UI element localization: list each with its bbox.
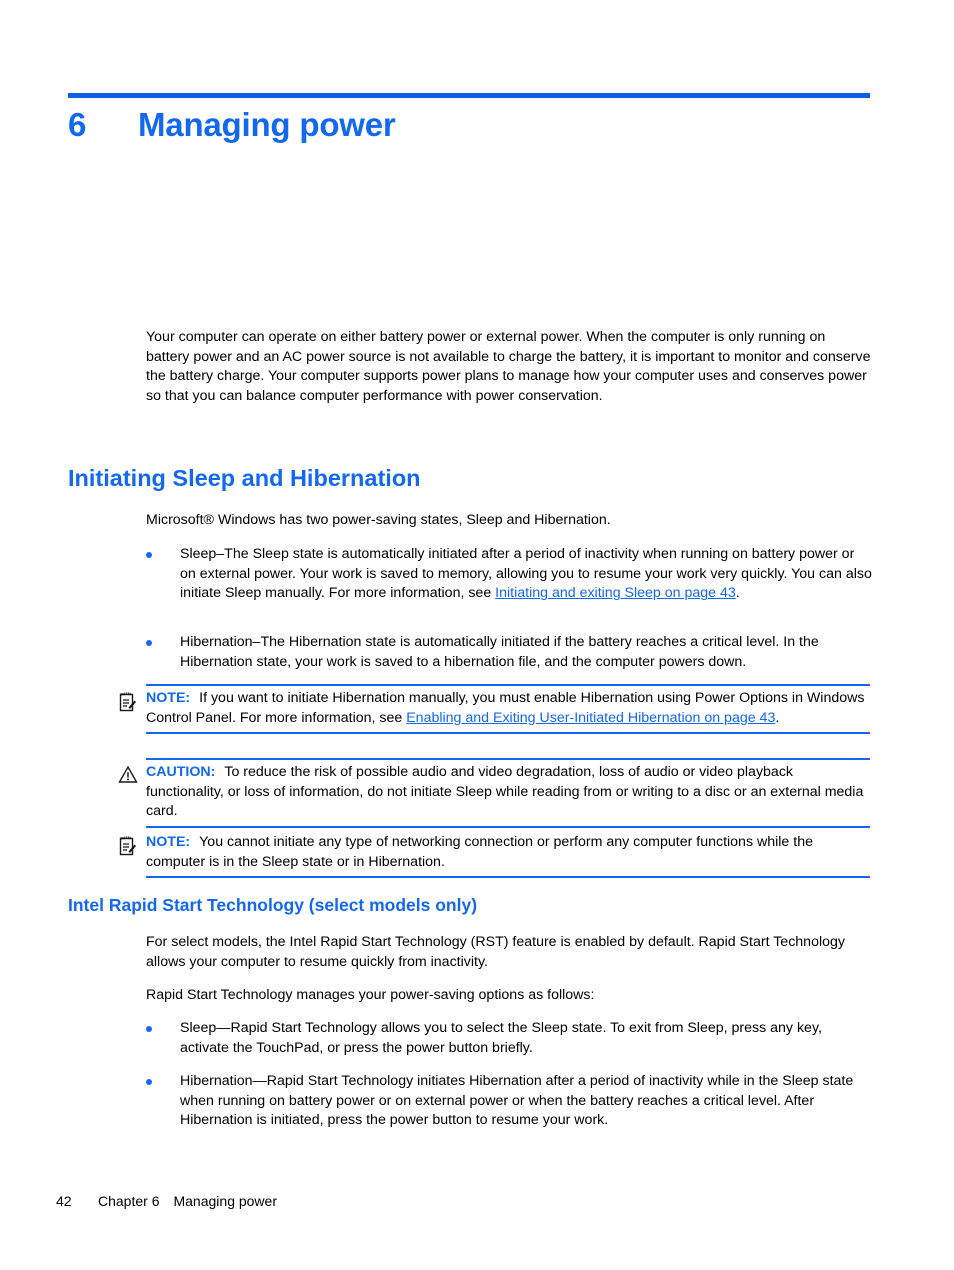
caution-text: CAUTION: To reduce the risk of possible a… <box>146 763 870 822</box>
footer-chapter-label: Chapter 6 <box>98 1193 160 1209</box>
note-bottom-rule <box>146 732 870 735</box>
caution-text-body: To reduce the risk of possible audio and… <box>146 764 864 820</box>
section-heading-intel-rapid-start: Intel Rapid Start Technology (select mod… <box>68 895 478 915</box>
rst-paragraph-1: For select models, the Intel Rapid Start… <box>146 934 845 970</box>
caution-body: CAUTION: To reduce the risk of possible a… <box>118 760 870 824</box>
list-item: Sleep–The Sleep state is automatically i… <box>146 545 872 604</box>
footer-page-number: 42 <box>56 1193 72 1209</box>
note-body: NOTE: You cannot initiate any type of net… <box>118 830 870 874</box>
chapter-heading-rule <box>68 93 870 98</box>
note-block: NOTE: If you want to initiate Hibernation… <box>118 684 870 735</box>
cross-reference-link-enabling-exiting-user-initiated-hibernation[interactable]: Enabling and Exiting User-Initiated Hibe… <box>406 710 775 726</box>
list-item-text: Sleep—Rapid Start Technology allows you … <box>180 1020 822 1056</box>
bullet-dot-icon <box>146 633 180 672</box>
list-item-text-tail: . <box>735 585 740 602</box>
note-bottom-rule <box>146 876 870 879</box>
caution-bottom-rule <box>146 825 870 828</box>
caution-label: CAUTION: <box>146 764 216 780</box>
list-item: Sleep—Rapid Start Technology allows you … <box>146 1019 872 1058</box>
note-pad-icon <box>118 833 146 872</box>
note-text-body: You cannot initiate any type of networki… <box>146 834 813 870</box>
page-title: Managing power <box>138 106 396 143</box>
note-label: NOTE: <box>146 690 191 706</box>
list-item: Hibernation–The Hibernation state is aut… <box>146 633 872 672</box>
footer-chapter-title: Managing power <box>173 1193 277 1209</box>
page-footer: 42 Chapter 6 Managing power <box>56 1193 277 1209</box>
bullet-dot-icon <box>146 545 180 604</box>
caution-block: CAUTION: To reduce the risk of possible a… <box>118 758 870 828</box>
chapter-heading: 6 Managing power <box>68 106 878 154</box>
section-sleep-intro: Microsoft® Windows has two power-saving … <box>146 512 611 528</box>
section-heading-initiating-sleep: Initiating Sleep and Hibernation <box>68 465 421 491</box>
note-label: NOTE: <box>146 834 191 850</box>
note-text-tail: . <box>775 709 780 726</box>
note-pad-icon <box>118 689 146 728</box>
list-item-text: Sleep–The Sleep state is automatically i… <box>180 545 872 604</box>
cross-reference-link-initiating-exiting-sleep[interactable]: Initiating and exiting Sleep on page 43 <box>495 585 736 601</box>
note-body: NOTE: If you want to initiate Hibernation… <box>118 686 870 730</box>
chapter-number: 6 <box>68 106 87 143</box>
warning-triangle-icon <box>118 763 146 822</box>
list-item-text: Hibernation–The Hibernation state is aut… <box>180 634 819 670</box>
document-page: 6 Managing power Your computer can opera… <box>0 0 954 1270</box>
note-block: NOTE: You cannot initiate any type of net… <box>118 830 870 879</box>
intro-paragraph: Your computer can operate on either batt… <box>146 329 871 404</box>
note-text: NOTE: You cannot initiate any type of net… <box>146 833 870 872</box>
list-item-text: Hibernation—Rapid Start Technology initi… <box>180 1073 854 1129</box>
list-item: Hibernation—Rapid Start Technology initi… <box>146 1072 872 1131</box>
bullet-dot-icon <box>146 1072 180 1131</box>
rst-paragraph-2: Rapid Start Technology manages your powe… <box>146 987 595 1003</box>
bullet-dot-icon <box>146 1019 180 1058</box>
note-text: NOTE: If you want to initiate Hibernation… <box>146 689 870 728</box>
